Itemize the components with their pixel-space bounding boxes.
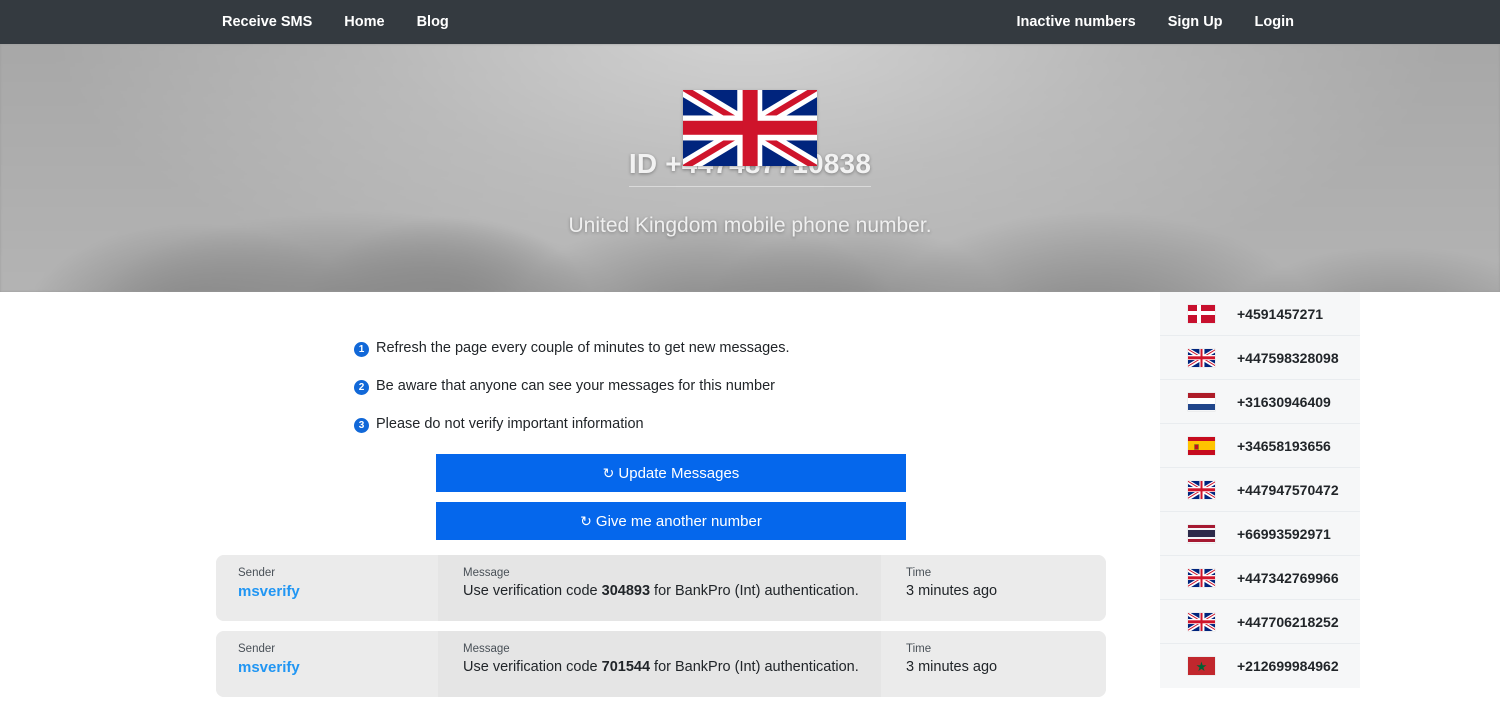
notice-item: 3 Please do not verify important informa…: [354, 416, 1106, 433]
give-another-number-button[interactable]: ↻ Give me another number: [436, 502, 906, 540]
united-kingdom-flag-icon: [1188, 480, 1215, 499]
spain-flag-icon: [1188, 436, 1215, 455]
list-item[interactable]: +447706218252: [1160, 600, 1360, 644]
nav-login[interactable]: Login: [1239, 0, 1310, 44]
message-cell: Message Use verification code 701544 for…: [438, 631, 881, 697]
united-kingdom-flag-icon: [683, 90, 817, 166]
nav-receive-sms[interactable]: Receive SMS: [206, 0, 328, 44]
notice-text: Be aware that anyone can see your messag…: [376, 378, 775, 394]
nav-blog[interactable]: Blog: [401, 0, 465, 44]
content-column: 1 Refresh the page every couple of minut…: [216, 292, 1106, 707]
notice-list: 1 Refresh the page every couple of minut…: [216, 292, 1106, 433]
sender-column-header: Sender: [238, 643, 276, 655]
message-prefix: Use verification code: [463, 583, 602, 599]
time-cell: Time 3 minutes ago: [881, 631, 1106, 697]
message-text: Use verification code 701544 for BankPro…: [463, 659, 881, 675]
nav-left-group: Receive SMS Home Blog: [206, 0, 465, 44]
phone-number-label: +31630946409: [1237, 393, 1331, 410]
notice-item: 2 Be aware that anyone can see your mess…: [354, 378, 1106, 395]
notice-text: Please do not verify important informati…: [376, 416, 644, 432]
message-suffix: for BankPro (Int) authentication.: [650, 583, 859, 599]
messages-list: Sender msverify Message Use verification…: [216, 555, 1106, 697]
sender-cell: Sender msverify: [216, 631, 438, 697]
united-kingdom-flag-icon: [1188, 568, 1215, 587]
sender-column-header: Sender: [238, 567, 276, 579]
thailand-flag-icon: [1188, 524, 1215, 543]
phone-number-label: +212699984962: [1237, 658, 1339, 674]
list-item[interactable]: +447342769966: [1160, 556, 1360, 600]
list-item[interactable]: +4591457271: [1160, 292, 1360, 336]
message-suffix: for BankPro (Int) authentication.: [650, 659, 859, 675]
message-column-header: Message: [463, 567, 510, 579]
message-column-header: Message: [463, 643, 510, 655]
notice-number-badge: 1: [354, 342, 369, 357]
verification-code: 304893: [601, 583, 651, 599]
main-content: 1 Refresh the page every couple of minut…: [0, 292, 1500, 723]
morocco-flag-icon: ★: [1188, 657, 1215, 675]
hero-banner: ID +447487710838 United Kingdom mobile p…: [0, 44, 1500, 292]
time-cell: Time 3 minutes ago: [881, 555, 1106, 621]
list-item[interactable]: +66993592971: [1160, 512, 1360, 556]
verification-code: 701544: [601, 659, 651, 675]
list-item[interactable]: +34658193656: [1160, 424, 1360, 468]
denmark-flag-icon: [1188, 304, 1215, 323]
phone-number-label: +66993592971: [1237, 525, 1331, 542]
list-item[interactable]: +31630946409: [1160, 380, 1360, 424]
time-column-header: Time: [906, 567, 932, 579]
time-value: 3 minutes ago: [906, 583, 998, 599]
phone-number-label: +447598328098: [1237, 349, 1339, 366]
notice-number-badge: 2: [354, 380, 369, 395]
sender-cell: Sender msverify: [216, 555, 438, 621]
sender-link[interactable]: msverify: [238, 583, 438, 600]
phone-number-label: +447706218252: [1237, 613, 1339, 630]
notice-text: Refresh the page every couple of minutes…: [376, 340, 790, 356]
notice-item: 1 Refresh the page every couple of minut…: [354, 340, 1106, 357]
table-row[interactable]: Sender msverify Message Use verification…: [216, 555, 1106, 621]
nav-sign-up[interactable]: Sign Up: [1152, 0, 1239, 44]
update-messages-label: Update Messages: [618, 465, 740, 482]
list-item[interactable]: +447947570472: [1160, 468, 1360, 512]
message-prefix: Use verification code: [463, 659, 602, 675]
action-buttons: ↻ Update Messages ↻ Give me another number: [216, 454, 1106, 540]
sender-link[interactable]: msverify: [238, 659, 438, 676]
refresh-icon: ↻: [580, 513, 592, 529]
message-cell: Message Use verification code 304893 for…: [438, 555, 881, 621]
notice-number-badge: 3: [354, 418, 369, 433]
refresh-icon: ↻: [602, 465, 615, 481]
message-text: Use verification code 304893 for BankPro…: [463, 583, 881, 599]
united-kingdom-flag-icon: [1188, 348, 1215, 367]
phone-number-label: +447947570472: [1237, 481, 1339, 498]
netherlands-flag-icon: [1188, 392, 1215, 411]
united-kingdom-flag-icon: [1188, 612, 1215, 631]
time-column-header: Time: [906, 643, 932, 655]
numbers-sidebar: +4591457271 +447598328098 +31630946409 +346…: [1160, 292, 1360, 688]
phone-number-label: +4591457271: [1237, 305, 1324, 322]
update-messages-button[interactable]: ↻ Update Messages: [436, 454, 906, 492]
top-navbar: Receive SMS Home Blog Inactive numbers S…: [0, 0, 1500, 44]
hero-subtitle: United Kingdom mobile phone number.: [568, 214, 932, 237]
nav-right-group: Inactive numbers Sign Up Login: [1000, 0, 1310, 44]
list-item[interactable]: +447598328098: [1160, 336, 1360, 380]
phone-number-label: +34658193656: [1237, 437, 1331, 454]
list-item[interactable]: ★ +212699984962: [1160, 644, 1360, 688]
give-another-number-label: Give me another number: [595, 513, 762, 530]
phone-number-label: +447342769966: [1237, 569, 1339, 586]
nav-home[interactable]: Home: [328, 0, 400, 44]
time-value: 3 minutes ago: [906, 659, 998, 675]
nav-inactive-numbers[interactable]: Inactive numbers: [1000, 0, 1151, 44]
table-row[interactable]: Sender msverify Message Use verification…: [216, 631, 1106, 697]
